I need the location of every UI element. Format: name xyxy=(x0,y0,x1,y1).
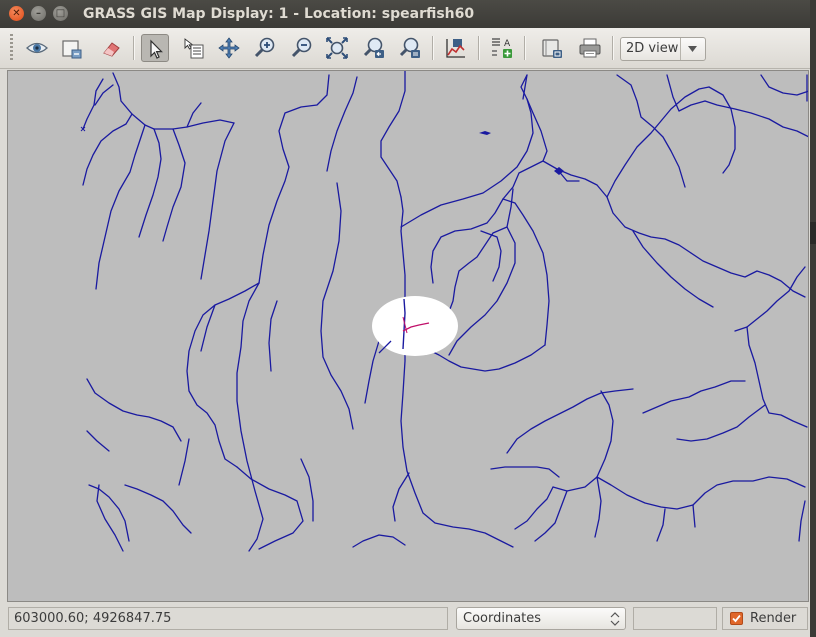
save-image-icon xyxy=(542,39,562,58)
erase-button[interactable] xyxy=(98,34,126,62)
pointer-icon xyxy=(150,39,163,59)
checkmark-icon xyxy=(732,614,741,623)
display-map-button[interactable] xyxy=(23,34,51,62)
statusbar-extra-field xyxy=(633,607,717,630)
printer-icon xyxy=(579,38,601,58)
zoom-extent-icon xyxy=(326,37,348,59)
statusbar-mode-value: Coordinates xyxy=(463,611,542,626)
zoom-menu-button[interactable] xyxy=(396,34,424,62)
render-map-icon xyxy=(62,40,82,59)
title-bar: ✕ – □ GRASS GIS Map Display: 1 - Locatio… xyxy=(0,0,810,28)
toolbar-separator xyxy=(432,36,434,60)
render-toggle[interactable]: Render xyxy=(722,607,808,630)
toolbar-grip[interactable] xyxy=(10,34,13,62)
pan-icon xyxy=(218,37,240,59)
toolbar-separator xyxy=(478,36,480,60)
stream-network-map xyxy=(80,71,808,552)
status-bar: 603000.60; 4926847.75 Coordinates Render xyxy=(0,603,810,637)
map-toolbar: A 2D view xyxy=(0,28,810,69)
window-title: GRASS GIS Map Display: 1 - Location: spe… xyxy=(83,6,475,22)
coordinates-display: 603000.60; 4926847.75 xyxy=(8,607,448,630)
zoom-in-button[interactable] xyxy=(251,34,279,62)
zoom-back-icon xyxy=(363,37,384,58)
window-maximize-button[interactable]: □ xyxy=(53,6,68,21)
chevron-down-icon[interactable] xyxy=(680,38,705,60)
desktop-edge xyxy=(810,0,816,637)
toolbar-separator xyxy=(524,36,526,60)
overlay-icon: A xyxy=(492,38,512,58)
map-display-window: ✕ – □ GRASS GIS Map Display: 1 - Locatio… xyxy=(0,0,810,637)
zoom-out-button[interactable] xyxy=(288,34,316,62)
window-close-button[interactable]: ✕ xyxy=(9,6,24,21)
print-button[interactable] xyxy=(576,34,604,62)
pan-button[interactable] xyxy=(215,34,243,62)
eye-icon xyxy=(26,42,48,54)
render-checkbox[interactable] xyxy=(730,612,743,625)
view-mode-select[interactable]: 2D view xyxy=(620,37,706,61)
analyze-button[interactable] xyxy=(442,34,470,62)
pointer-button[interactable] xyxy=(141,34,169,62)
save-image-button[interactable] xyxy=(538,34,566,62)
eraser-icon xyxy=(103,42,120,57)
query-button[interactable] xyxy=(180,34,208,62)
view-mode-value: 2D view xyxy=(626,41,679,56)
query-icon xyxy=(184,38,204,59)
coordinates-value: 603000.60; 4926847.75 xyxy=(14,611,172,626)
zoom-out-icon xyxy=(291,37,312,58)
analyze-icon xyxy=(446,39,465,58)
zoom-menu-icon xyxy=(399,37,420,58)
render-label: Render xyxy=(750,611,797,626)
zoom-extent-button[interactable] xyxy=(323,34,351,62)
overlay-button[interactable]: A xyxy=(488,34,516,62)
svg-text:A: A xyxy=(504,39,511,49)
statusbar-mode-select[interactable]: Coordinates xyxy=(456,607,626,630)
render-map-button[interactable] xyxy=(58,34,86,62)
map-canvas[interactable] xyxy=(7,70,809,602)
toolbar-separator xyxy=(612,36,614,60)
toolbar-separator xyxy=(133,36,135,60)
spin-arrows-icon xyxy=(610,612,620,626)
zoom-back-button[interactable] xyxy=(360,34,388,62)
window-minimize-button[interactable]: – xyxy=(31,6,46,21)
zoom-in-icon xyxy=(254,37,275,58)
